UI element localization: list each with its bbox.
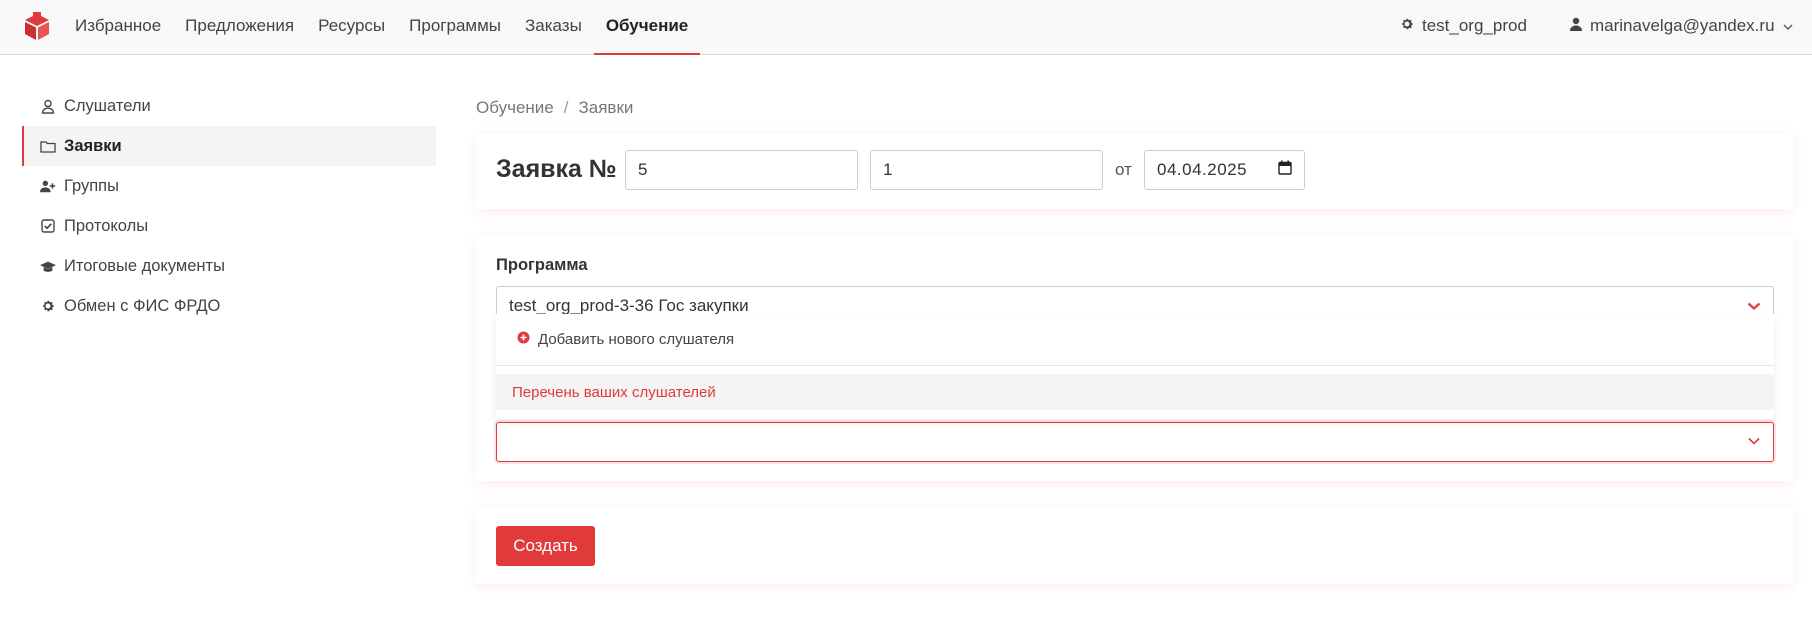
listener-select[interactable] [496, 422, 1774, 462]
sidebar-item-listeners[interactable]: Слушатели [22, 86, 436, 126]
request-suffix-input[interactable]: 1 [870, 150, 1103, 190]
nav-item-programs[interactable]: Программы [397, 0, 513, 55]
breadcrumb-requests: Заявки [578, 98, 634, 117]
chevron-down-icon [1747, 433, 1761, 451]
gear-icon [1400, 16, 1414, 36]
calendar-icon[interactable] [1278, 160, 1292, 180]
sidebar-item-final-documents[interactable]: Итоговые документы [22, 246, 436, 286]
request-header-card: Заявка № 5 1 от 04.04.2025 [476, 133, 1794, 209]
org-name: test_org_prod [1422, 16, 1527, 35]
program-label: Программа [496, 256, 588, 274]
sidebar-item-label: Слушатели [64, 96, 151, 115]
nav-item-offers[interactable]: Предложения [173, 0, 306, 55]
chevron-down-icon [1783, 16, 1793, 36]
add-new-listener-label: Добавить нового слушателя [538, 331, 735, 348]
program-card: Программа test_org_prod-3-36 Гос закупки… [476, 236, 1794, 481]
sidebar-item-label: Итоговые документы [64, 256, 225, 275]
user-email: marinavelga@yandex.ru [1590, 16, 1775, 35]
user-outline-icon [40, 98, 56, 114]
listener-dropdown-menu: Добавить нового слушателя Перечень ваших… [496, 314, 1774, 419]
user-icon [1570, 16, 1582, 36]
sidebar-item-label: Группы [64, 176, 119, 195]
sidebar-item-label: Протоколы [64, 216, 149, 235]
sidebar-item-groups[interactable]: Группы [22, 166, 436, 206]
nav-item-resources[interactable]: Ресурсы [306, 0, 397, 55]
main-nav: Избранное Предложения Ресурсы Программы … [63, 0, 701, 55]
graduation-cap-icon [40, 258, 56, 274]
create-button[interactable]: Создать [496, 526, 595, 566]
gear-icon [40, 298, 56, 314]
date-value: 04.04.2025 [1157, 160, 1248, 179]
request-date-input[interactable]: 04.04.2025 [1144, 150, 1305, 190]
sidebar-item-requests[interactable]: Заявки [22, 126, 436, 166]
breadcrumb-separator: / [563, 98, 569, 117]
sidebar-item-label: Заявки [64, 136, 122, 155]
user-menu[interactable]: marinavelga@yandex.ru [1570, 0, 1793, 52]
breadcrumb: Обучение / Заявки [476, 98, 633, 118]
request-number-input[interactable]: 5 [625, 150, 858, 190]
sidebar-item-fis-frdo[interactable]: Обмен с ФИС ФРДО [22, 286, 436, 326]
breadcrumb-education[interactable]: Обучение [476, 98, 554, 118]
nav-item-education[interactable]: Обучение [593, 0, 701, 55]
org-switcher[interactable]: test_org_prod [1400, 0, 1527, 52]
date-prefix-label: от [1115, 160, 1132, 179]
sidebar-item-protocols[interactable]: Протоколы [22, 206, 436, 246]
sidebar: Слушатели Заявки Группы Протоколы Итогов… [22, 86, 436, 326]
check-square-icon [40, 218, 56, 234]
nav-item-favorites[interactable]: Избранное [63, 0, 173, 55]
plus-circle-icon [517, 331, 530, 348]
logo-icon[interactable] [21, 10, 53, 42]
sidebar-item-label: Обмен с ФИС ФРДО [64, 296, 221, 315]
listener-list-option[interactable]: Перечень ваших слушателей [496, 374, 1774, 410]
top-navbar: Избранное Предложения Ресурсы Программы … [0, 0, 1812, 55]
submit-card: Создать [476, 506, 1794, 584]
nav-item-orders[interactable]: Заказы [513, 0, 594, 55]
page-title: Заявка № [496, 155, 617, 183]
chevron-down-icon [1747, 296, 1761, 316]
add-new-listener-option[interactable]: Добавить нового слушателя [496, 314, 1774, 366]
user-plus-icon [40, 178, 56, 194]
folder-icon [40, 138, 56, 154]
program-selected-value: test_org_prod-3-36 Гос закупки [509, 296, 749, 315]
